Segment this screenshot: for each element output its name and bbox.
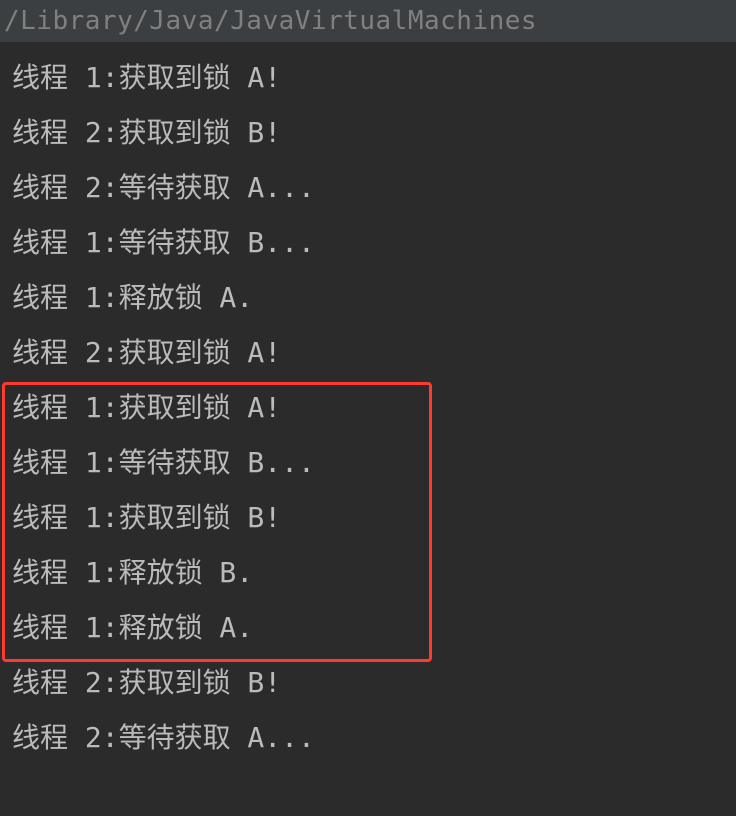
console-line: 线程 2:等待获取 A... xyxy=(12,160,736,215)
console-line: 线程 2:获取到锁 A! xyxy=(12,325,736,380)
console-line: 线程 1:等待获取 B... xyxy=(12,215,736,270)
console-line: 线程 1:释放锁 B. xyxy=(12,545,736,600)
console-line: 线程 2:获取到锁 B! xyxy=(12,655,736,710)
console-line: 线程 1:释放锁 A. xyxy=(12,270,736,325)
console-output: 线程 1:获取到锁 A! 线程 2:获取到锁 B! 线程 2:等待获取 A...… xyxy=(0,42,736,765)
console-line: 线程 1:获取到锁 B! xyxy=(12,490,736,545)
console-line: 线程 1:获取到锁 A! xyxy=(12,380,736,435)
console-line: 线程 1:等待获取 B... xyxy=(12,435,736,490)
console-line: 线程 1:释放锁 A. xyxy=(12,600,736,655)
header-path: /Library/Java/JavaVirtualMachines xyxy=(0,0,736,42)
console-line: 线程 2:获取到锁 B! xyxy=(12,105,736,160)
console-line: 线程 1:获取到锁 A! xyxy=(12,50,736,105)
console-line: 线程 2:等待获取 A... xyxy=(12,710,736,765)
